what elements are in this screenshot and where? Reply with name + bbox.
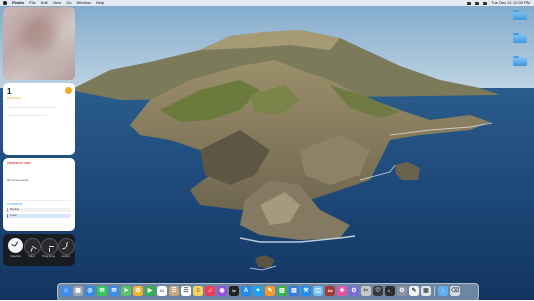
clock-face-icon [41, 238, 58, 255]
preview-icon[interactable]: ▣ [421, 286, 431, 296]
calendar-icon[interactable]: 21 [157, 286, 167, 296]
menu-file[interactable]: File [29, 0, 35, 6]
notes-icon[interactable]: ≡ [193, 286, 203, 296]
music-icon[interactable]: ♫ [205, 286, 215, 296]
calendar-day-label: THURSDAY 2021 [7, 161, 31, 165]
tv-icon[interactable]: tv [229, 286, 239, 296]
menu-edit[interactable]: Edit [41, 0, 48, 6]
reminders-icon[interactable]: ☰ [181, 286, 191, 296]
photos-icon[interactable]: ✿ [133, 286, 143, 296]
numbers-icon[interactable]: ▥ [277, 286, 287, 296]
dictionary-icon[interactable]: Aa [325, 286, 335, 296]
reminders-title: Reminders [7, 96, 22, 100]
desktop-folder-icon[interactable] [513, 10, 527, 20]
calendar-widget[interactable]: THURSDAY 2021 No more events TOMORROW Me… [3, 158, 75, 231]
dock-separator [434, 286, 435, 296]
clock-city-label: Tokyo [28, 255, 35, 258]
menu-window[interactable]: Window [77, 0, 91, 6]
downloads-folder-icon[interactable]: ↓ [438, 286, 448, 296]
activity-monitor-icon[interactable]: ♡ [373, 286, 383, 296]
dock: ☺ ▦ ◎ ✉ ✉ ➤ ✿ ▶ 21 ☰ ☰ ≡ ♫ ◉ tv A ✦ ✎ ▥ ▤ ⚒ ◫ Aa ✚ ⚙ ✂ ♡ >_ ⚙ ✎ ▣ ↓ ⌫ [57, 283, 479, 301]
launchpad-icon[interactable]: ▦ [73, 286, 83, 296]
menu-help[interactable]: Help [96, 0, 104, 6]
color-picker-icon[interactable]: ✚ [337, 286, 347, 296]
menu-view[interactable]: View [53, 0, 62, 6]
clock-face-icon [24, 238, 41, 255]
calendar-event[interactable]: Lunch [7, 214, 71, 218]
pages-icon[interactable]: ✎ [265, 286, 275, 296]
clock-city-label: Cupertino [10, 255, 21, 258]
system-preferences-icon[interactable]: ⚙ [397, 286, 407, 296]
maps-icon[interactable]: ➤ [121, 286, 131, 296]
wifi-status-icon[interactable] [467, 1, 472, 5]
clock-face-icon [8, 238, 23, 253]
reminders-list-icon [65, 87, 72, 94]
automator-icon[interactable]: ⚙ [349, 286, 359, 296]
mail-icon[interactable]: ✉ [109, 286, 119, 296]
script-editor-icon[interactable]: ✂ [361, 286, 371, 296]
menu-go[interactable]: Go [66, 0, 71, 6]
reminders-count: 1 [7, 87, 12, 96]
calendar-event[interactable]: Meeting [7, 208, 71, 212]
twitter-icon[interactable]: ✦ [253, 286, 263, 296]
clock-face-icon [58, 238, 75, 255]
contacts-icon[interactable]: ☰ [169, 286, 179, 296]
messages-icon[interactable]: ✉ [97, 286, 107, 296]
podcasts-icon[interactable]: ◉ [217, 286, 227, 296]
terminal-icon[interactable]: >_ [385, 286, 395, 296]
finder-icon[interactable]: ☺ [61, 286, 71, 296]
keynote-icon[interactable]: ▤ [289, 286, 299, 296]
world-clock-widget[interactable]: Cupertino Tokyo Hong Kong London [3, 234, 75, 266]
clock-city-label: London [61, 255, 70, 258]
menu-bar: Finder File Edit View Go Window Help Tue… [0, 0, 534, 6]
calendar-subheading: TOMORROW [7, 203, 23, 206]
control-center-icon[interactable] [483, 1, 488, 5]
reminders-widget[interactable]: 1 Reminders [3, 83, 75, 155]
desktop-folder-icon[interactable] [513, 56, 527, 66]
menu-bar-clock[interactable]: Tue Dec 21 12:00 PM [491, 0, 530, 6]
clock-city-label: Hong Kong [42, 255, 55, 258]
xcode-icon[interactable]: ⚒ [301, 286, 311, 296]
screenshot-icon[interactable]: ◫ [313, 286, 323, 296]
apple-menu-icon[interactable] [3, 1, 7, 5]
textedit-icon[interactable]: ✎ [409, 286, 419, 296]
menu-app-name[interactable]: Finder [12, 0, 24, 6]
desktop-wallpaper [0, 0, 534, 300]
desktop-folder-icon[interactable] [513, 33, 527, 43]
trash-icon[interactable]: ⌫ [450, 286, 460, 296]
facetime-icon[interactable]: ▶ [145, 286, 155, 296]
photos-widget[interactable] [3, 7, 75, 80]
calendar-note: No more events [7, 178, 29, 182]
safari-icon[interactable]: ◎ [85, 286, 95, 296]
app-store-icon[interactable]: A [241, 286, 251, 296]
battery-status-icon[interactable] [475, 1, 480, 5]
